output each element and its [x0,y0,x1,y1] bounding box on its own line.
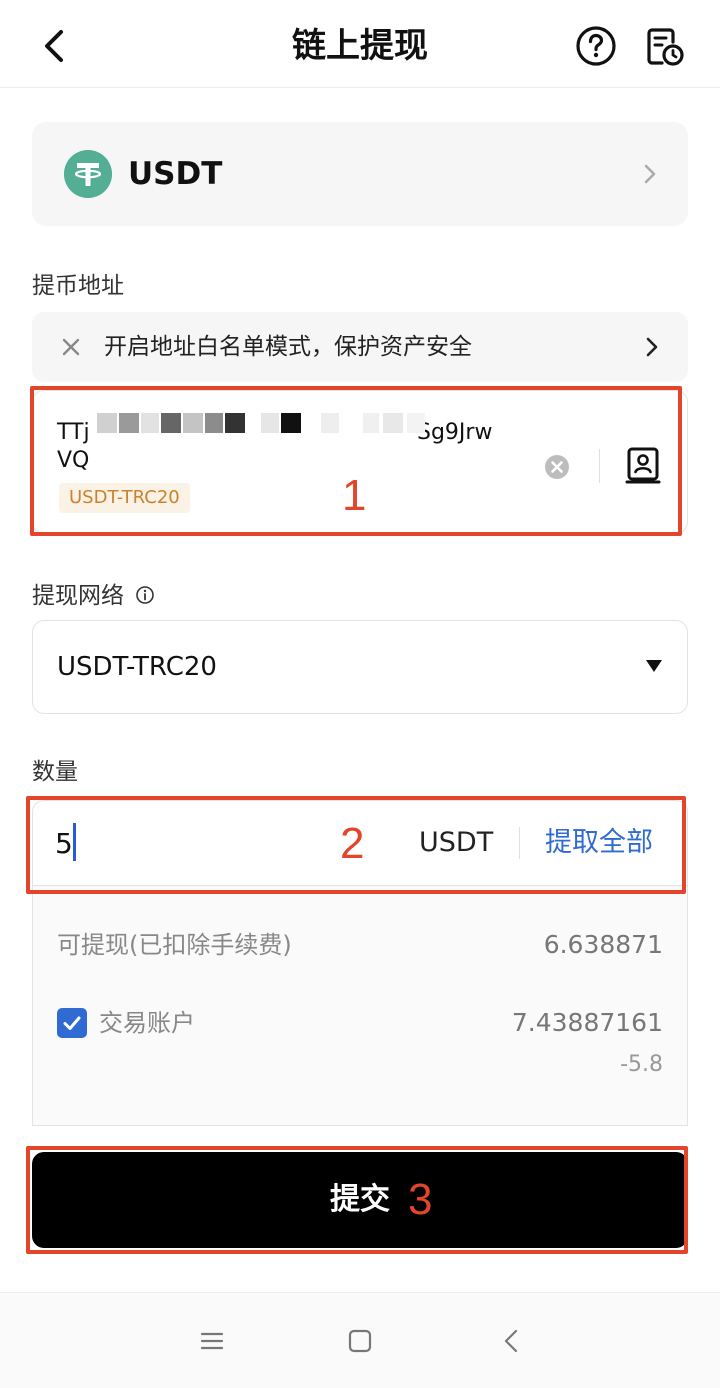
menu-icon[interactable] [198,1327,226,1355]
text-cursor [73,823,76,861]
trading-account-checkbox[interactable] [57,1008,87,1038]
address-line2: VQ [57,448,90,473]
trading-account-change: -5.8 [620,1052,663,1077]
close-icon[interactable] [58,334,84,360]
history-button[interactable] [642,24,686,68]
annotation-number-1: 1 [342,471,367,520]
clear-icon[interactable] [543,453,571,481]
submit-label: 提交 [330,1182,390,1217]
network-select[interactable]: USDT-TRC20 [32,620,688,714]
available-label: 可提现(已扣除手续费) [57,931,292,959]
amount-input[interactable] [55,821,295,865]
chevron-right-icon [644,164,656,184]
chevron-right-icon [646,337,658,357]
system-nav-bar [0,1292,720,1388]
annotation-number-3: 3 [408,1175,433,1224]
checkmark-icon [63,1016,81,1030]
home-icon[interactable] [346,1327,374,1355]
divider [599,449,600,483]
address-book-icon[interactable] [623,445,663,485]
whitelist-banner[interactable]: 开启地址白名单模式，保护资产安全 [32,312,688,382]
amount-unit: USDT [419,827,494,858]
question-circle-icon [576,26,616,66]
usdt-logo-icon [64,150,112,198]
address-start: TTj [57,420,90,445]
withdraw-all-button[interactable]: 提取全部 [545,823,653,863]
info-icon[interactable] [135,585,155,605]
amount-label: 数量 [32,759,78,785]
trading-account-label: 交易账户 [99,1009,195,1037]
trading-account-value: 7.43887161 [511,1008,663,1037]
help-button[interactable] [574,24,618,68]
available-value: 6.638871 [543,930,663,959]
submit-button[interactable]: 提交 [32,1152,688,1248]
network-label-text: 提现网络 [32,583,124,609]
top-bar: 链上提现 [0,0,720,88]
network-tag: USDT-TRC20 [59,483,190,513]
coin-selector[interactable]: USDT [32,122,688,226]
balance-details: 可提现(已扣除手续费) 6.638871 交易账户 7.43887161 -5.… [32,886,688,1126]
annotation-number-2: 2 [340,819,365,868]
network-selected-value: USDT-TRC20 [57,652,217,682]
history-record-icon [647,28,684,66]
address-end: Sg9Jrw [417,420,493,445]
divider [519,827,520,859]
back-icon[interactable] [498,1327,526,1355]
caret-down-icon [646,660,662,672]
address-label: 提币地址 [32,273,124,299]
network-label: 提现网络 [32,580,155,612]
whitelist-banner-text: 开启地址白名单模式，保护资产安全 [104,334,472,360]
coin-name: USDT [128,156,223,192]
